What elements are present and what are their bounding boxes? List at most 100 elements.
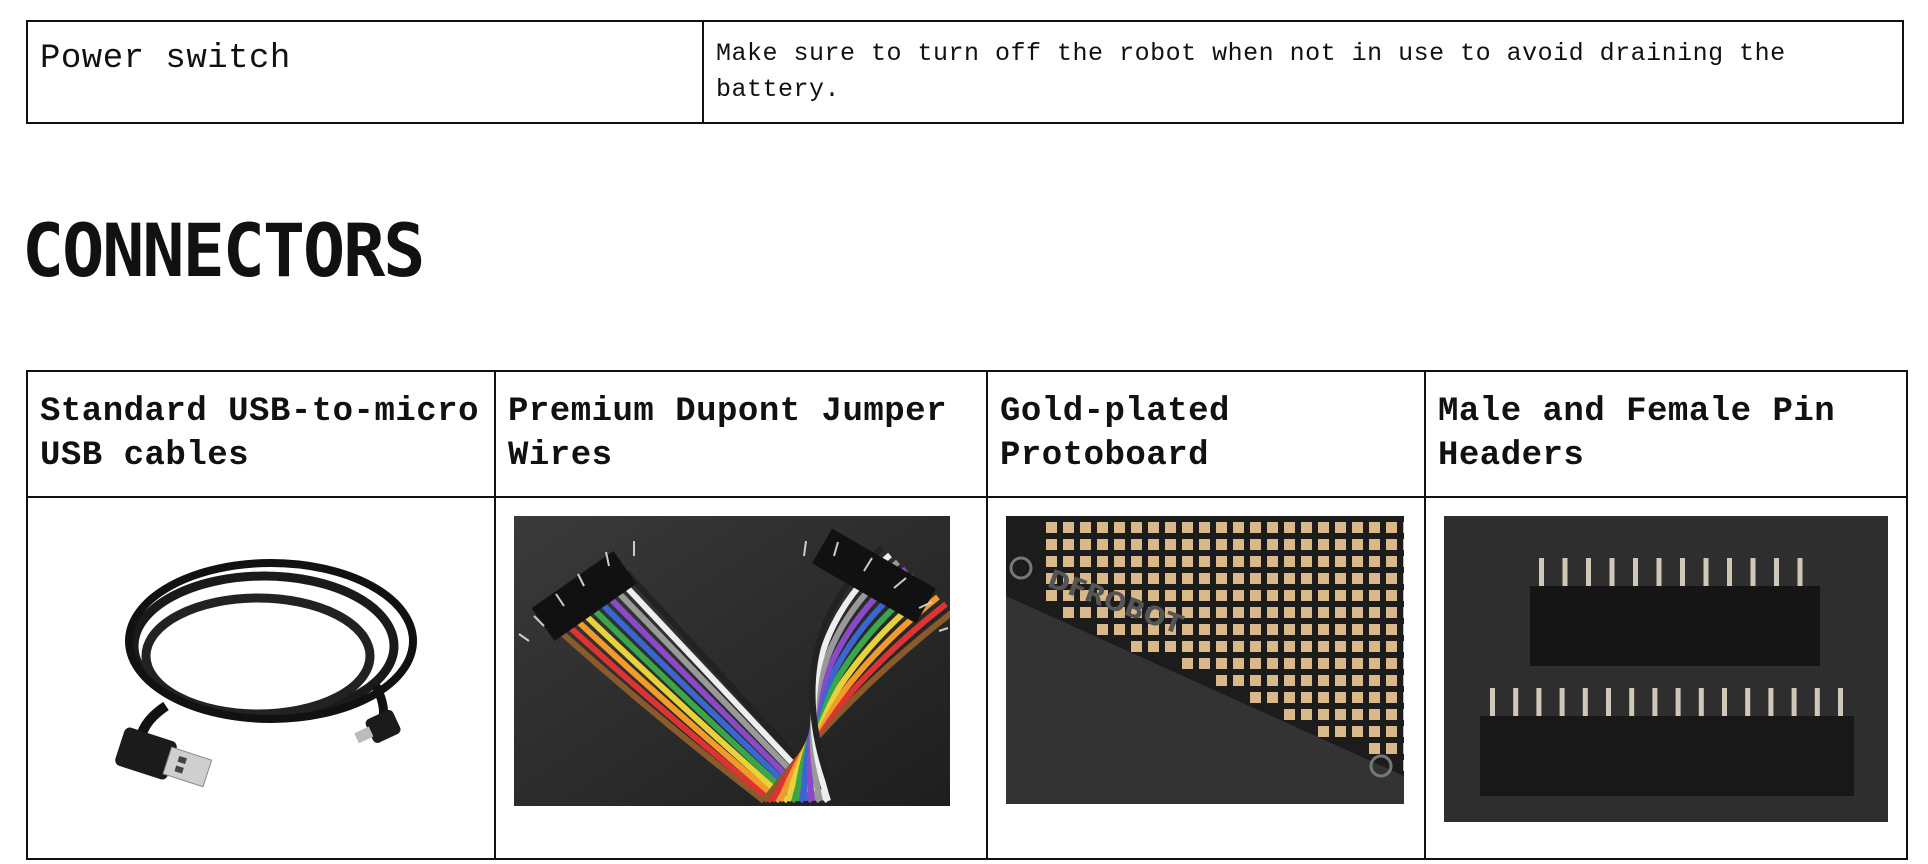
protoboard-pad [1386, 522, 1397, 533]
protoboard-pad [1284, 675, 1295, 686]
protoboard-pad [1097, 539, 1108, 550]
protoboard-pad [1369, 743, 1380, 754]
protoboard-pad [1284, 539, 1295, 550]
pin-headers-photo [1444, 516, 1888, 822]
protoboard-pad [1165, 641, 1176, 652]
protoboard-pad [1199, 522, 1210, 533]
protoboard-pad [1097, 522, 1108, 533]
protoboard-pad [1114, 573, 1125, 584]
protoboard-pad [1165, 539, 1176, 550]
protoboard-pad [1318, 726, 1329, 737]
protoboard-pad [1352, 641, 1363, 652]
protoboard-pad [1131, 641, 1142, 652]
pin-headers-header: Male and Female Pin Headers [1424, 370, 1908, 498]
protoboard-pad [1403, 590, 1404, 601]
protoboard-pad [1216, 641, 1227, 652]
header-pin [1656, 558, 1662, 588]
protoboard-pad [1233, 641, 1244, 652]
header-pin [1703, 558, 1709, 588]
protoboard-pad [1250, 692, 1261, 703]
protoboard-pad [1318, 658, 1329, 669]
protoboard-pad [1216, 539, 1227, 550]
protoboard-pad [1046, 539, 1057, 550]
protoboard-pad [1267, 692, 1278, 703]
protoboard-pad [1352, 590, 1363, 601]
protoboard-pad [1250, 522, 1261, 533]
protoboard-pad [1403, 522, 1404, 533]
protoboard-pad [1335, 692, 1346, 703]
header-pin [1582, 688, 1588, 718]
jumper-wires-cell [494, 496, 988, 860]
protoboard-pad [1080, 539, 1091, 550]
header-pin [1750, 558, 1756, 588]
connectors-table: Standard USB-to-micro USB cables Premium… [26, 370, 1908, 860]
protoboard-pad [1386, 709, 1397, 720]
protoboard-pad [1182, 556, 1193, 567]
protoboard-pad [1080, 556, 1091, 567]
protoboard-pad [1216, 624, 1227, 635]
protoboard-pad [1335, 658, 1346, 669]
header-pin [1490, 688, 1495, 718]
protoboard-pad [1233, 590, 1244, 601]
protoboard-pad [1403, 539, 1404, 550]
protoboard-pad [1267, 607, 1278, 618]
protoboard-pad [1267, 675, 1278, 686]
usb-cable-cell [26, 496, 496, 860]
protoboard-pad [1352, 709, 1363, 720]
protoboard-pad [1114, 556, 1125, 567]
protoboard-pad [1250, 641, 1261, 652]
protoboard-pad [1318, 573, 1329, 584]
protoboard-pad [1233, 522, 1244, 533]
header-pin [1768, 688, 1774, 718]
protoboard-pad [1199, 641, 1210, 652]
header-pin [1791, 688, 1797, 718]
protoboard-pad [1369, 658, 1380, 669]
protoboard-pad [1216, 675, 1227, 686]
protoboard-pad [1352, 539, 1363, 550]
protoboard-pad [1284, 658, 1295, 669]
protoboard-pad [1403, 573, 1404, 584]
protoboard-pad [1284, 641, 1295, 652]
protoboard-pad [1199, 658, 1210, 669]
protoboard-pad [1148, 641, 1159, 652]
protoboard-pad [1352, 692, 1363, 703]
header-pin [1797, 558, 1803, 588]
table-row: DFROBOT [26, 496, 1908, 860]
protoboard-pad [1352, 522, 1363, 533]
protoboard-pad [1318, 709, 1329, 720]
protoboard-pad [1199, 539, 1210, 550]
protoboard-pad [1301, 607, 1312, 618]
protoboard-pad [1250, 624, 1261, 635]
protoboard-pad [1318, 675, 1329, 686]
protoboard-pad [1386, 726, 1397, 737]
header-pin [1652, 688, 1658, 718]
protoboard-pad [1267, 624, 1278, 635]
protoboard-pad [1267, 590, 1278, 601]
protoboard-pad [1046, 522, 1057, 533]
protoboard-pad [1335, 522, 1346, 533]
protoboard-pad [1131, 539, 1142, 550]
protoboard-pad [1335, 726, 1346, 737]
table-header-row: Standard USB-to-micro USB cables Premium… [26, 370, 1908, 498]
protoboard-pad [1216, 556, 1227, 567]
protoboard-pad [1318, 692, 1329, 703]
protoboard-pad [1250, 675, 1261, 686]
protoboard-pad [1318, 641, 1329, 652]
header-pin [1838, 688, 1843, 718]
protoboard-pad [1386, 692, 1397, 703]
protoboard-pad [1267, 641, 1278, 652]
protoboard-pad [1148, 522, 1159, 533]
protoboard-pad [1318, 539, 1329, 550]
protoboard-pad [1369, 692, 1380, 703]
protoboard-pad [1063, 607, 1074, 618]
protoboard-pad [1301, 590, 1312, 601]
protoboard-pad [1233, 573, 1244, 584]
protoboard-pad [1335, 624, 1346, 635]
header-pin [1586, 558, 1591, 588]
header-pin [1606, 688, 1611, 718]
protoboard-pad [1267, 556, 1278, 567]
pin-headers-cell [1424, 496, 1908, 860]
protoboard-pad [1199, 573, 1210, 584]
protoboard-pad [1386, 675, 1397, 686]
protoboard-pad [1182, 624, 1193, 635]
